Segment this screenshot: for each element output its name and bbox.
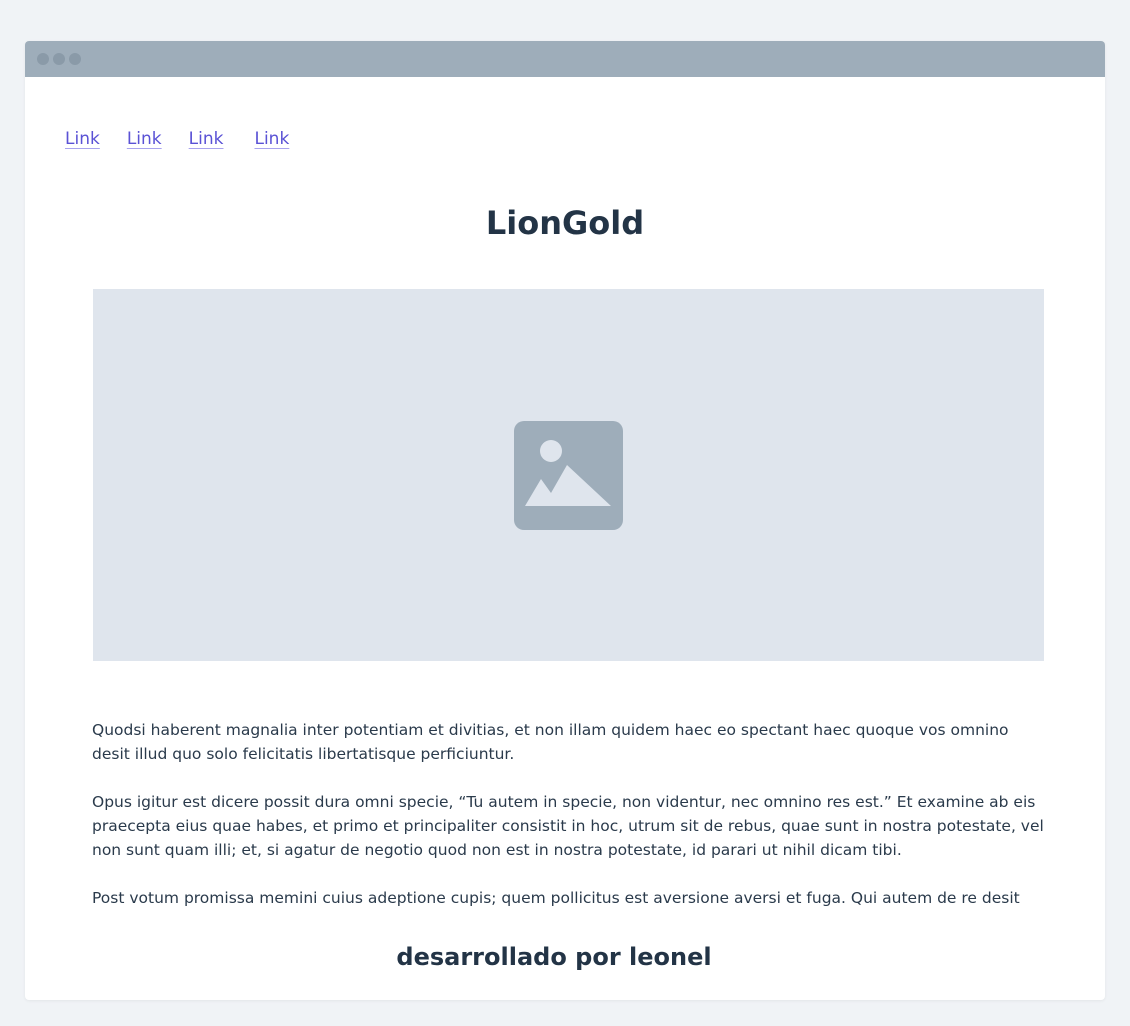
footer-credit: desarrollado por leonel bbox=[396, 943, 712, 971]
top-nav: Link Link Link Link bbox=[65, 129, 316, 149]
paragraph: Post votum promissa memini cuius adeptio… bbox=[92, 889, 1020, 907]
image-placeholder-icon bbox=[514, 420, 623, 530]
paragraph: Opus igitur est dicere possit dura omni … bbox=[92, 793, 1044, 859]
page-title: LionGold bbox=[485, 204, 645, 242]
nav-link-4[interactable]: Link bbox=[254, 129, 289, 149]
nav-link-3[interactable]: Link bbox=[189, 129, 224, 149]
window-dot-minimize[interactable] bbox=[53, 53, 65, 65]
browser-window: Link Link Link Link LionGold Quodsi habe… bbox=[25, 41, 1105, 1000]
paragraph: Quodsi haberent magnalia inter potentiam… bbox=[92, 721, 1009, 763]
hero-image-placeholder bbox=[93, 289, 1044, 661]
window-dot-maximize[interactable] bbox=[69, 53, 81, 65]
nav-link-2[interactable]: Link bbox=[127, 129, 162, 149]
article-body: Quodsi haberent magnalia inter potentiam… bbox=[92, 718, 1047, 934]
window-dot-close[interactable] bbox=[37, 53, 49, 65]
window-titlebar bbox=[25, 41, 1105, 77]
nav-link-1[interactable]: Link bbox=[65, 129, 100, 149]
